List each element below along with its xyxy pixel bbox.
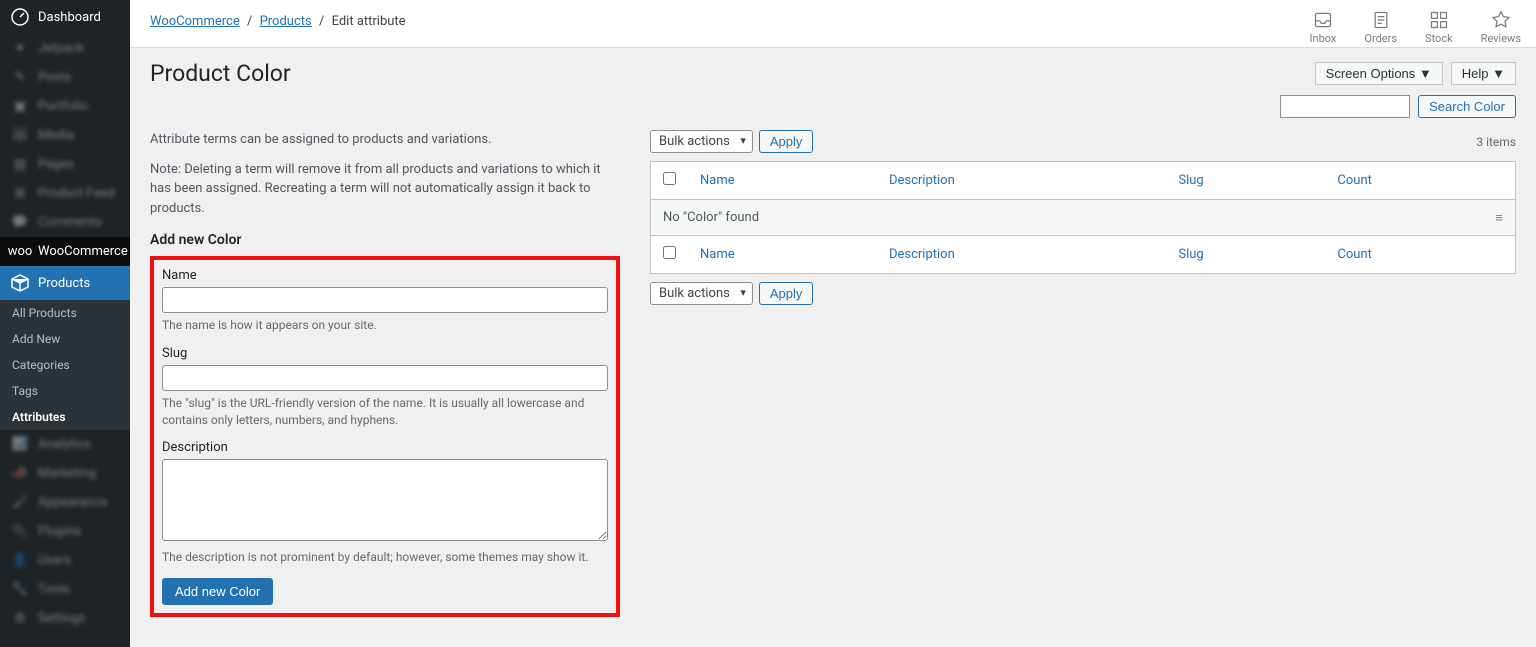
slug-input[interactable] bbox=[162, 365, 608, 391]
sidebar-item-blurred[interactable]: 👤Users bbox=[0, 546, 130, 575]
empty-row: No "Color" found ≡ bbox=[651, 200, 1516, 236]
breadcrumb-products[interactable]: Products bbox=[260, 14, 312, 29]
hamburger-icon[interactable]: ≡ bbox=[1495, 210, 1503, 226]
reviews-icon bbox=[1491, 10, 1511, 30]
admin-sidebar: Dashboard ✦Jetpack ✎Posts ▣Portfolio 🖼Me… bbox=[0, 0, 130, 647]
sidebar-item-blurred[interactable]: 🔌Plugins bbox=[0, 517, 130, 546]
col-count-foot[interactable]: Count bbox=[1325, 236, 1515, 274]
select-all-checkbox-bottom[interactable] bbox=[663, 246, 676, 259]
sidebar-sub-add-new[interactable]: Add New bbox=[0, 326, 130, 352]
col-name[interactable]: Name bbox=[688, 162, 877, 200]
sidebar-item-blurred[interactable]: ⚙Settings bbox=[0, 604, 130, 633]
sidebar-sub-tags[interactable]: Tags bbox=[0, 378, 130, 404]
sidebar-sub-all-products[interactable]: All Products bbox=[0, 300, 130, 326]
sidebar-label: WooCommerce bbox=[38, 244, 128, 259]
intro-text: Attribute terms can be assigned to produ… bbox=[150, 130, 620, 150]
add-new-heading: Add new Color bbox=[150, 232, 620, 248]
apply-button-bottom[interactable]: Apply bbox=[759, 282, 814, 305]
orders-icon bbox=[1371, 10, 1391, 30]
sidebar-item-blurred[interactable]: ✎Posts bbox=[0, 63, 130, 92]
sidebar-item-dashboard[interactable]: Dashboard bbox=[0, 0, 130, 34]
col-description[interactable]: Description bbox=[877, 162, 1166, 200]
page-title: Product Color bbox=[150, 60, 291, 87]
items-count: 3 items bbox=[1476, 135, 1516, 149]
main-content: WooCommerce / Products / Edit attribute … bbox=[130, 0, 1536, 647]
sidebar-item-blurred[interactable]: 💬Comments bbox=[0, 208, 130, 237]
add-new-color-button[interactable]: Add new Color bbox=[162, 578, 273, 605]
add-new-color-form: Name The name is how it appears on your … bbox=[150, 256, 620, 617]
sidebar-item-products[interactable]: Products bbox=[0, 266, 130, 300]
bulk-actions-select-bottom[interactable]: Bulk actions bbox=[650, 282, 753, 305]
bulk-actions-select-top[interactable]: Bulk actions bbox=[650, 130, 753, 153]
col-slug[interactable]: Slug bbox=[1166, 162, 1325, 200]
sidebar-item-blurred[interactable]: ▤Pages bbox=[0, 150, 130, 179]
sidebar-sub-attributes[interactable]: Attributes bbox=[0, 404, 130, 430]
apply-button-top[interactable]: Apply bbox=[759, 130, 814, 153]
col-count[interactable]: Count bbox=[1325, 162, 1515, 200]
slug-label: Slug bbox=[162, 346, 608, 361]
stock-icon bbox=[1429, 10, 1449, 30]
woocommerce-icon: woo bbox=[10, 244, 30, 259]
breadcrumb-woocommerce[interactable]: WooCommerce bbox=[150, 14, 240, 29]
sidebar-submenu-products: All Products Add New Categories Tags Att… bbox=[0, 300, 130, 430]
header-reviews[interactable]: Reviews bbox=[1481, 10, 1521, 45]
select-all-checkbox-top[interactable] bbox=[663, 172, 676, 185]
sidebar-item-blurred[interactable]: 🖌Appearance bbox=[0, 488, 130, 517]
breadcrumb: WooCommerce / Products / Edit attribute bbox=[150, 10, 406, 29]
description-input[interactable] bbox=[162, 459, 608, 541]
col-slug-foot[interactable]: Slug bbox=[1166, 236, 1325, 274]
name-input[interactable] bbox=[162, 287, 608, 313]
terms-table: Name Description Slug Count No "Color" f… bbox=[650, 161, 1516, 274]
sidebar-item-blurred[interactable]: ▣Portfolio bbox=[0, 92, 130, 121]
header-inbox[interactable]: Inbox bbox=[1310, 10, 1337, 45]
description-desc: The description is not prominent by defa… bbox=[162, 549, 608, 566]
sidebar-item-blurred[interactable]: ✦Jetpack bbox=[0, 34, 130, 63]
help-button[interactable]: Help ▼ bbox=[1451, 62, 1516, 85]
header-orders[interactable]: Orders bbox=[1364, 10, 1397, 45]
screen-options-button[interactable]: Screen Options ▼ bbox=[1315, 62, 1443, 85]
name-desc: The name is how it appears on your site. bbox=[162, 317, 608, 334]
col-description-foot[interactable]: Description bbox=[877, 236, 1166, 274]
search-input[interactable] bbox=[1280, 95, 1410, 118]
breadcrumb-current: Edit attribute bbox=[332, 14, 406, 29]
description-label: Description bbox=[162, 440, 608, 455]
sidebar-label: Dashboard bbox=[38, 10, 101, 25]
sidebar-label: Products bbox=[38, 276, 90, 291]
header-stock[interactable]: Stock bbox=[1425, 10, 1453, 45]
slug-desc: The "slug" is the URL-friendly version o… bbox=[162, 395, 608, 429]
inbox-icon bbox=[1313, 10, 1333, 30]
gauge-icon bbox=[10, 7, 30, 27]
header-icons: Inbox Orders Stock Reviews bbox=[1310, 10, 1521, 45]
search-color-button[interactable]: Search Color bbox=[1418, 95, 1516, 118]
sidebar-sub-categories[interactable]: Categories bbox=[0, 352, 130, 378]
sidebar-item-blurred[interactable]: 🔧Tools bbox=[0, 575, 130, 604]
name-label: Name bbox=[162, 268, 608, 283]
topbar: WooCommerce / Products / Edit attribute … bbox=[130, 0, 1536, 48]
sidebar-item-woocommerce[interactable]: woo WooCommerce bbox=[0, 237, 130, 266]
col-name-foot[interactable]: Name bbox=[688, 236, 877, 274]
note-text: Note: Deleting a term will remove it fro… bbox=[150, 160, 620, 219]
sidebar-item-blurred[interactable]: 🖼Media bbox=[0, 121, 130, 150]
package-icon bbox=[10, 273, 30, 293]
sidebar-item-blurred[interactable]: ⊞Product Feed bbox=[0, 179, 130, 208]
sidebar-item-blurred[interactable]: 📣Marketing bbox=[0, 459, 130, 488]
sidebar-item-blurred[interactable]: 📊Analytics bbox=[0, 430, 130, 459]
